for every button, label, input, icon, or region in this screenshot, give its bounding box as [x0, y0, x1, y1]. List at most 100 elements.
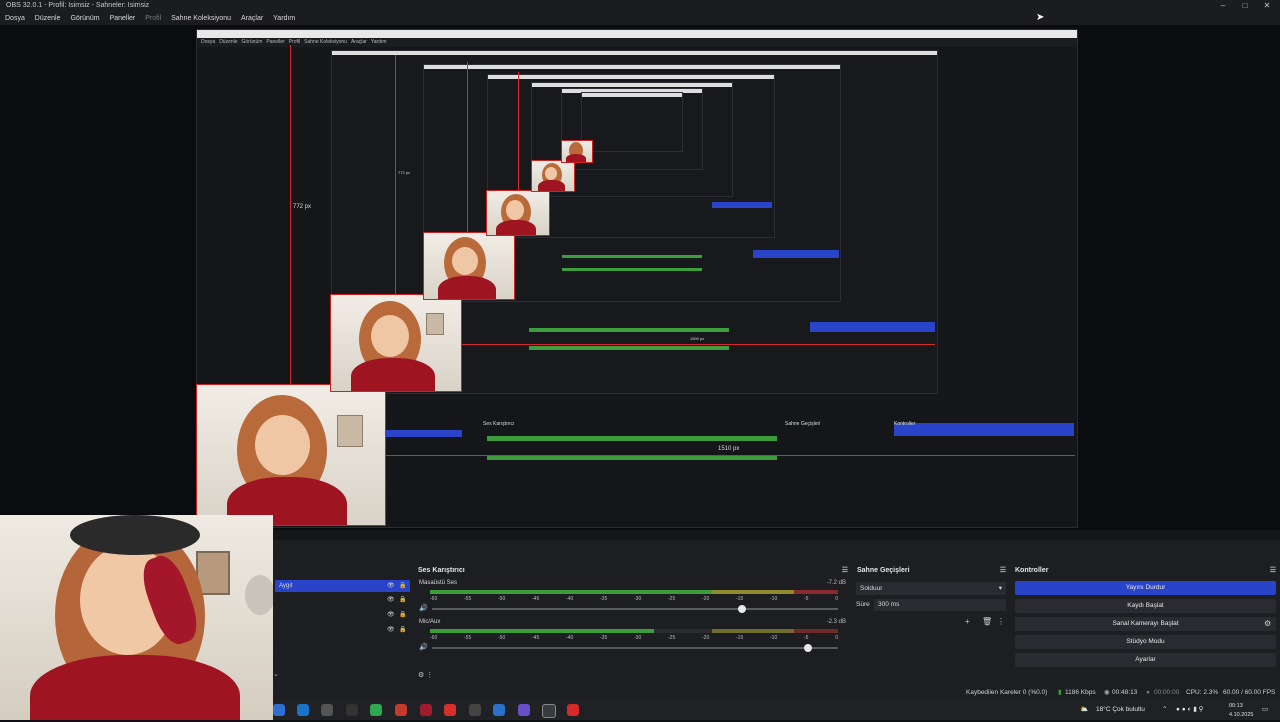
- trash-icon[interactable]: 🗑: [982, 617, 992, 626]
- nested-stop-button-3: [712, 202, 772, 208]
- duration-input[interactable]: 300 ms: [874, 599, 1006, 611]
- nested-meter-4: [529, 346, 729, 350]
- title-bar: OBS 32.0.1 - Profil: Isimsiz - Sahneler:…: [0, 0, 1280, 12]
- close-button[interactable]: ✕: [1256, 0, 1278, 12]
- dock-menu-icon[interactable]: ☰: [1000, 565, 1006, 576]
- task-view-icon[interactable]: [321, 704, 333, 716]
- menu-view[interactable]: Görünüm: [70, 12, 99, 25]
- volume-knob[interactable]: [738, 605, 746, 613]
- source-item[interactable]: 👁 🔒: [275, 594, 410, 606]
- mixer-channel-mic: Mic/Aux -2.3 dB -60 -55 -50 -45 -40 -35 -30 -25…: [418, 619, 848, 657]
- channel-db: -7.2 dB: [826, 580, 846, 586]
- volume-meter: [430, 629, 838, 633]
- outlook-icon[interactable]: [297, 704, 309, 716]
- menu-file[interactable]: Dosya: [5, 12, 25, 25]
- gear-icon[interactable]: ⚙: [1264, 619, 1271, 628]
- tray-icons[interactable]: ● ● ◐ ▮ ⚲: [1176, 700, 1203, 720]
- source-item[interactable]: 👁 🔒: [275, 609, 410, 621]
- eye-icon[interactable]: 👁: [387, 594, 395, 606]
- measure-line-v3: [467, 62, 468, 232]
- nested-source-selected: [382, 430, 462, 437]
- measure-line-h1: [385, 455, 1075, 456]
- studio-mode-button[interactable]: Stüdyo Modu: [1015, 635, 1276, 649]
- speaker-icon[interactable]: 🔊: [419, 604, 428, 612]
- app-icon[interactable]: [493, 704, 505, 716]
- webcam-capture-4: [486, 190, 550, 236]
- dock-menu-icon[interactable]: ☰: [1270, 565, 1276, 576]
- lock-icon[interactable]: 🔒: [399, 580, 406, 592]
- measure-line-h2: [460, 344, 935, 345]
- bitrate: 1186 Kbps: [1065, 689, 1096, 696]
- app-icon[interactable]: [346, 704, 358, 716]
- eye-icon[interactable]: 👁: [387, 580, 395, 592]
- mouse-cursor-icon: ➤: [1036, 12, 1045, 23]
- lock-icon[interactable]: 🔒: [399, 594, 406, 606]
- volume-slider[interactable]: [432, 605, 838, 613]
- eye-icon[interactable]: 👁: [387, 624, 395, 636]
- weather-text[interactable]: 18°C Çok bulutlu: [1096, 700, 1145, 720]
- brave-icon[interactable]: [395, 704, 407, 716]
- weather-icon[interactable]: ⛅: [1080, 700, 1088, 720]
- app-icon[interactable]: [567, 704, 579, 716]
- clock-time: 00:13: [1229, 703, 1243, 709]
- chevron-down-icon: ▾: [998, 585, 1002, 592]
- speaker-icon[interactable]: 🔊: [419, 643, 428, 651]
- stop-streaming-button[interactable]: Yayını Durdur: [1015, 581, 1276, 595]
- source-label: Aygıt: [279, 583, 293, 589]
- clock-date: 4.10.2025: [1229, 712, 1254, 718]
- start-recording-button[interactable]: Kaydı Başlat: [1015, 599, 1276, 613]
- source-item[interactable]: 👁 🔒: [275, 624, 410, 636]
- minimize-button[interactable]: –: [1212, 0, 1234, 12]
- menu-docks[interactable]: Paneller: [110, 12, 136, 25]
- nested-meter-3: [529, 328, 729, 332]
- meter-ticks: -60 -55 -50 -45 -40 -35 -30 -25 -20 -15 -10 -5 0: [430, 635, 838, 641]
- nested-mixer-title: Ses Karıştırıcı: [483, 421, 515, 427]
- shirt: [30, 655, 240, 720]
- dock-menu-icon[interactable]: ☰: [842, 565, 848, 576]
- start-virtual-camera-button[interactable]: Sanal Kamerayı Başlat: [1015, 617, 1276, 631]
- nested-stop-button-2: [753, 250, 839, 258]
- menu-tools[interactable]: Araçlar: [241, 12, 263, 25]
- maximize-button[interactable]: □: [1234, 0, 1256, 12]
- controls-title: Kontroller: [1015, 567, 1049, 574]
- app-icon[interactable]: [518, 704, 530, 716]
- app-icon[interactable]: [273, 704, 285, 716]
- more-icon[interactable]: ⋮: [997, 617, 1005, 626]
- mixer-channel-desktop: Masaüstü Ses -7.2 dB -60 -55 -50 -45 -40 -35-…: [418, 580, 848, 618]
- channel-name: Masaüstü Ses: [419, 580, 458, 586]
- opera-icon[interactable]: [420, 704, 432, 716]
- meter-ticks: -60 -55 -50 -45 -40 -35 -30 -25 -20 -15 -10 -5 0: [430, 596, 838, 602]
- webcam-capture-6: [561, 140, 593, 163]
- webcam-capture-5: [531, 160, 575, 192]
- menu-edit[interactable]: Düzenle: [35, 12, 61, 25]
- app-icon[interactable]: [444, 704, 456, 716]
- measure-line-v1: [290, 45, 291, 385]
- source-item-selected[interactable]: Aygıt 👁 🔒: [275, 580, 410, 592]
- transitions-title: Sahne Geçişleri: [857, 567, 910, 574]
- menu-bar: Dosya Düzenle Görünüm Paneller Profil Sa…: [0, 12, 1280, 25]
- menu-profile[interactable]: Profil: [145, 12, 161, 25]
- volume-knob[interactable]: [804, 644, 812, 652]
- eye-icon[interactable]: 👁: [387, 609, 395, 621]
- record-icon: ●: [1146, 689, 1150, 696]
- nested-stop-button-0: [894, 423, 1074, 436]
- chevron-down-icon[interactable]: ⌄: [273, 670, 279, 678]
- webcam-overlay: [0, 515, 273, 720]
- measure-label-height: 772 px: [293, 204, 312, 210]
- add-transition-icon[interactable]: +: [965, 617, 970, 626]
- obs-icon[interactable]: [542, 704, 556, 718]
- chevron-up-icon[interactable]: ⌃: [1162, 700, 1167, 720]
- transition-select[interactable]: Solduur ▾: [856, 582, 1006, 595]
- lock-icon[interactable]: 🔒: [399, 609, 406, 621]
- lock-icon[interactable]: 🔒: [399, 624, 406, 636]
- menu-scene-collection[interactable]: Sahne Koleksiyonu: [171, 12, 231, 25]
- notification-icon[interactable]: ▭: [1262, 700, 1268, 720]
- chrome-icon[interactable]: [370, 704, 382, 716]
- menu-help[interactable]: Yardım: [273, 12, 295, 25]
- settings-button[interactable]: Ayarlar: [1015, 653, 1276, 667]
- volume-slider[interactable]: [432, 644, 838, 652]
- app-icon[interactable]: [469, 704, 481, 716]
- mixer-settings-icon[interactable]: ⚙ ⋮: [418, 671, 433, 679]
- clock[interactable]: 00:13 4.10.2025: [1229, 702, 1253, 722]
- dropped-frames: Kaybedilen Kareler 0 (%0.0): [966, 689, 1048, 696]
